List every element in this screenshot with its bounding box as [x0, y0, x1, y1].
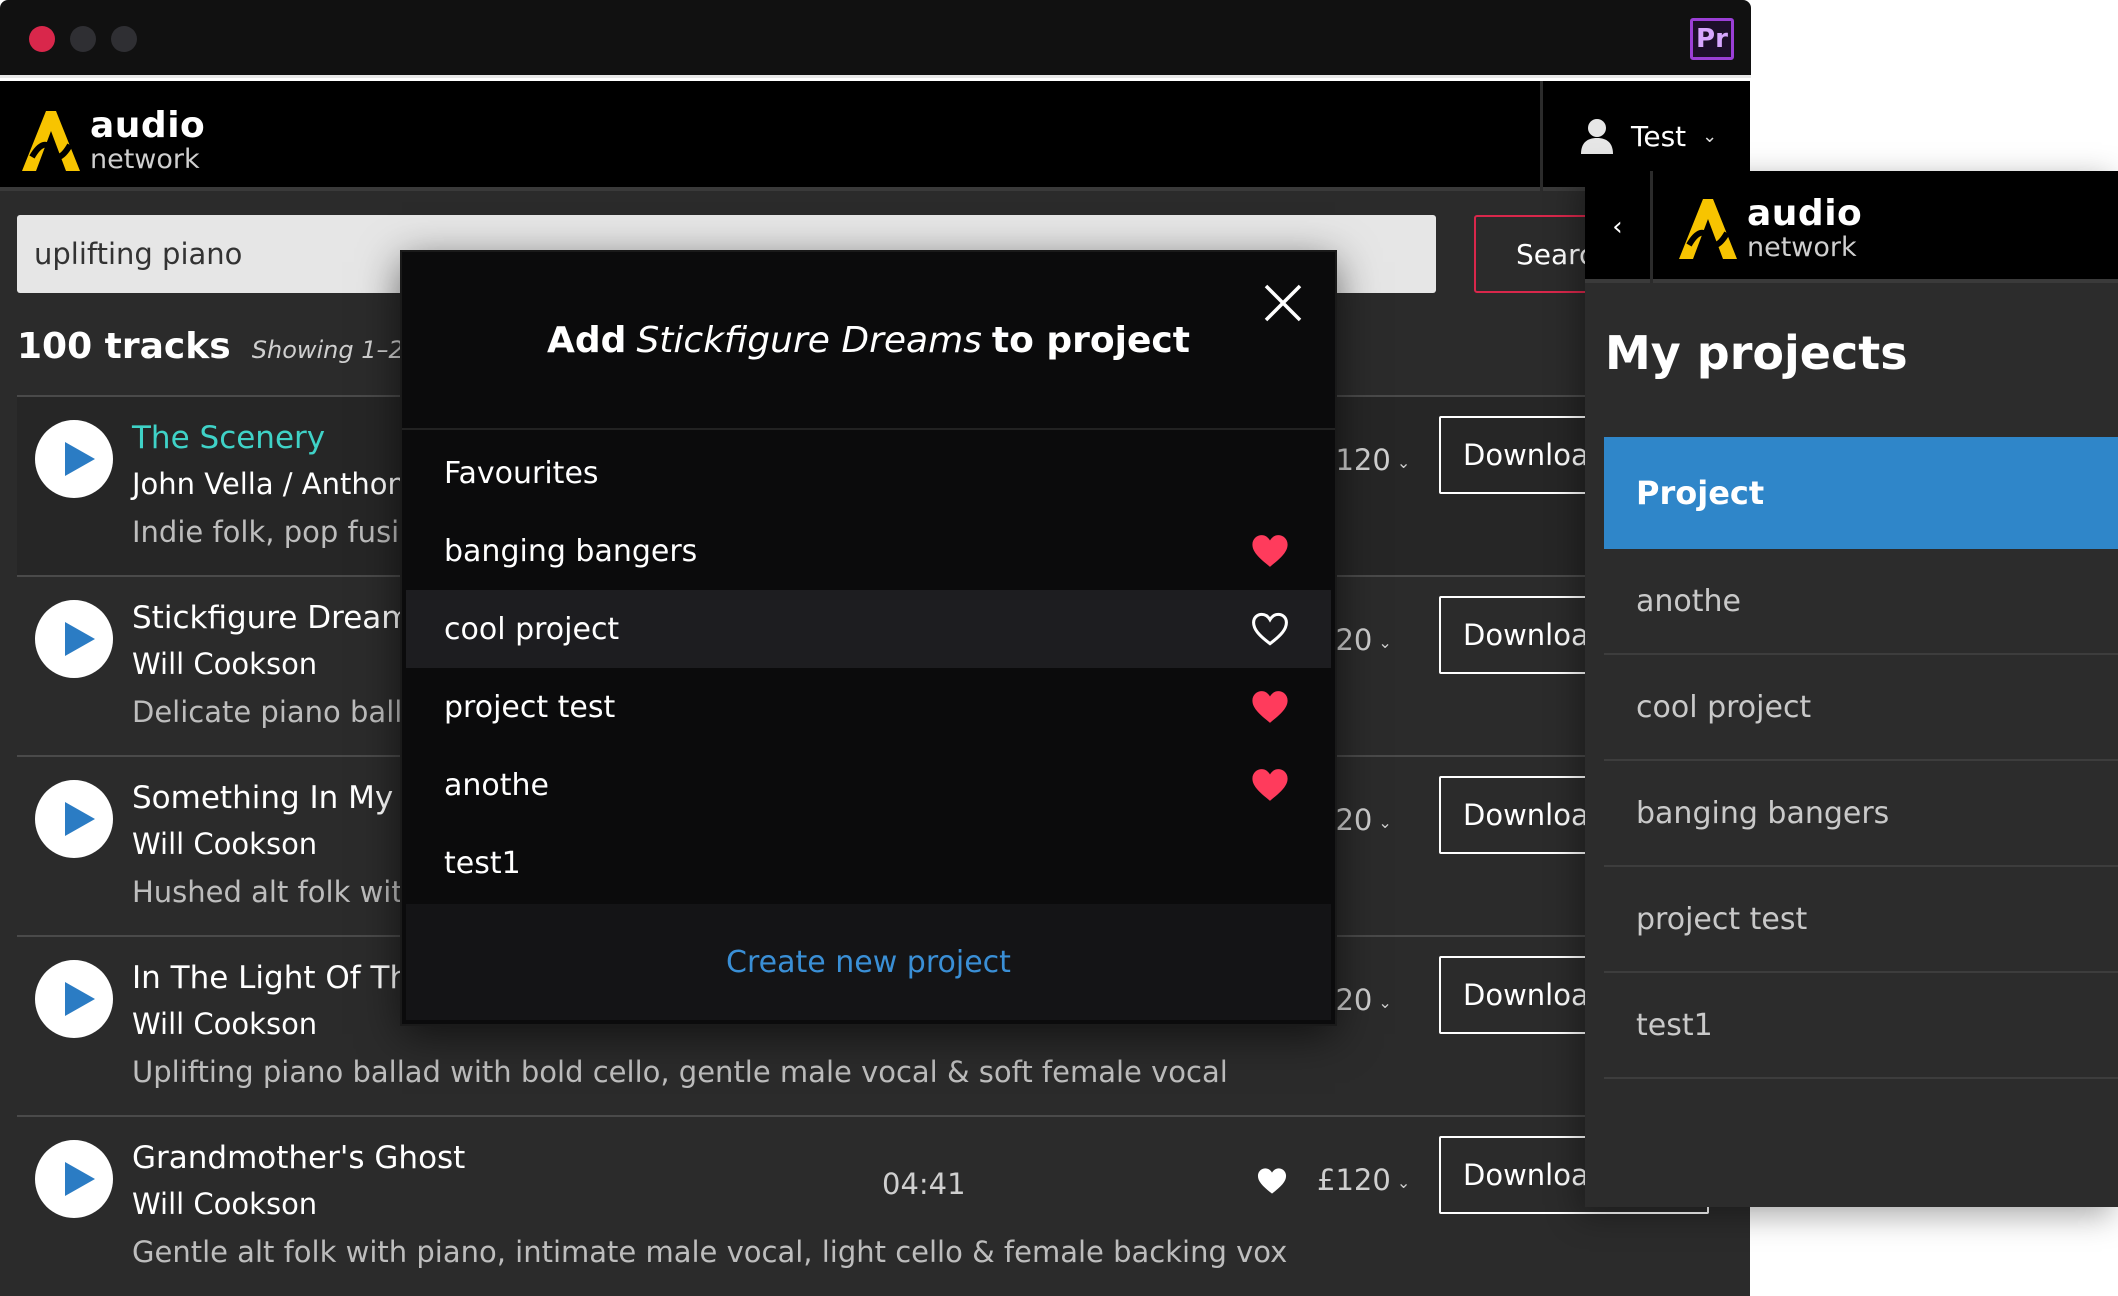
price-value: £120 [1317, 1163, 1391, 1197]
top-navigation: audio network Test ⌄ [0, 81, 1750, 191]
track-title[interactable]: Grandmother's Ghost [132, 1140, 465, 1176]
heart-filled-icon[interactable] [1251, 690, 1289, 724]
project-choice-item[interactable]: project test [406, 668, 1331, 746]
project-item[interactable]: test1 [1604, 973, 2118, 1079]
modal-title-track: Stickfigure Dreams [636, 319, 982, 361]
track-artist[interactable]: Will Cookson [132, 1187, 317, 1221]
logo-word-audio: audio [90, 104, 206, 146]
chevron-down-icon: ⌄ [1378, 632, 1392, 652]
logo-mark-icon [1679, 199, 1737, 259]
projects-list: Project anothe cool project banging bang… [1604, 437, 2118, 1079]
chevron-down-icon: ⌄ [1396, 452, 1411, 472]
heart-outline-icon[interactable] [1251, 612, 1289, 646]
project-choice-label: test1 [444, 845, 521, 881]
project-choice-label: banging bangers [444, 533, 698, 569]
track-row[interactable]: Grandmother's Ghost Will Cookson Gentle … [17, 1115, 1709, 1295]
chevron-down-icon: ⌄ [1396, 1172, 1411, 1192]
track-duration: 04:41 [882, 1167, 966, 1201]
heart-filled-icon[interactable] [1251, 534, 1289, 568]
play-button[interactable] [35, 600, 113, 678]
project-item[interactable]: Project [1604, 437, 2118, 549]
results-count: 100 tracks Showing 1–25 [17, 326, 419, 367]
modal-title-suffix: to project [991, 319, 1190, 361]
track-count: 100 tracks [17, 326, 231, 367]
track-artist[interactable]: Will Cookson [132, 647, 317, 681]
project-choice-label: project test [444, 689, 616, 725]
maximize-window-button[interactable] [111, 26, 137, 52]
modal-title: Add Stickfigure Dreams to project [402, 252, 1335, 430]
play-button[interactable] [35, 1140, 113, 1218]
track-description: Indie folk, pop fusion [132, 515, 436, 549]
project-choice-item[interactable]: test1 [406, 824, 1331, 902]
track-artist[interactable]: Will Cookson [132, 827, 317, 861]
user-icon [1581, 119, 1613, 154]
favourite-heart-icon[interactable] [1257, 1167, 1287, 1195]
create-new-project-link[interactable]: Create new project [406, 904, 1331, 1020]
track-title[interactable]: The Scenery [132, 420, 325, 456]
audio-network-logo[interactable]: audio network [18, 105, 205, 175]
showing-range: Showing 1–25 [251, 336, 420, 364]
price-select[interactable]: £120 ⌄ [1317, 1163, 1410, 1197]
project-item[interactable]: project test [1604, 867, 2118, 973]
minimize-window-button[interactable] [70, 26, 96, 52]
panel-header: ‹ audio network [1585, 171, 2118, 283]
projects-panel: ‹ audio network My projects Project anot… [1585, 171, 2118, 1207]
audio-network-logo[interactable]: audio network [1675, 193, 1862, 263]
track-description: Delicate piano ballad [132, 695, 439, 729]
close-icon[interactable] [1260, 280, 1306, 326]
project-choice-item[interactable]: cool project [406, 590, 1331, 668]
modal-title-prefix: Add [547, 319, 627, 361]
project-choice-label: Favourites [444, 455, 599, 491]
logo-word-network: network [1747, 231, 1857, 263]
chevron-down-icon: ⌄ [1702, 125, 1718, 147]
project-choice-label: cool project [444, 611, 620, 647]
track-description: Gentle alt folk with piano, intimate mal… [132, 1235, 1288, 1269]
project-item[interactable]: anothe [1604, 549, 2118, 655]
play-button[interactable] [35, 420, 113, 498]
play-button[interactable] [35, 780, 113, 858]
close-window-button[interactable] [29, 26, 55, 52]
project-choice-item[interactable]: anothe [406, 746, 1331, 824]
project-choice-item[interactable]: Favourites [406, 434, 1331, 512]
premiere-app-icon: Pr [1690, 18, 1734, 60]
project-item[interactable]: cool project [1604, 655, 2118, 761]
project-choice-item[interactable]: banging bangers [406, 512, 1331, 590]
chevron-down-icon: ⌄ [1378, 992, 1392, 1012]
user-name: Test [1631, 119, 1687, 153]
track-artist[interactable]: Will Cookson [132, 1007, 317, 1041]
chevron-down-icon: ⌄ [1378, 812, 1392, 832]
play-button[interactable] [35, 960, 113, 1038]
add-to-project-modal: Add Stickfigure Dreams to project Favour… [402, 252, 1335, 1024]
logo-mark-icon [22, 111, 80, 171]
project-choice-label: anothe [444, 767, 549, 803]
window-titlebar: Pr [0, 0, 1751, 78]
logo-word-network: network [90, 143, 200, 175]
track-title[interactable]: Stickfigure Dreams [132, 600, 428, 636]
project-item[interactable]: banging bangers [1604, 761, 2118, 867]
panel-title: My projects [1605, 326, 1908, 380]
back-chevron-icon[interactable]: ‹ [1585, 171, 1653, 283]
project-choice-list: Favourites banging bangers cool project … [406, 434, 1331, 902]
logo-word-audio: audio [1747, 192, 1863, 234]
heart-filled-icon[interactable] [1251, 768, 1289, 802]
track-description: Uplifting piano ballad with bold cello, … [132, 1055, 1228, 1089]
